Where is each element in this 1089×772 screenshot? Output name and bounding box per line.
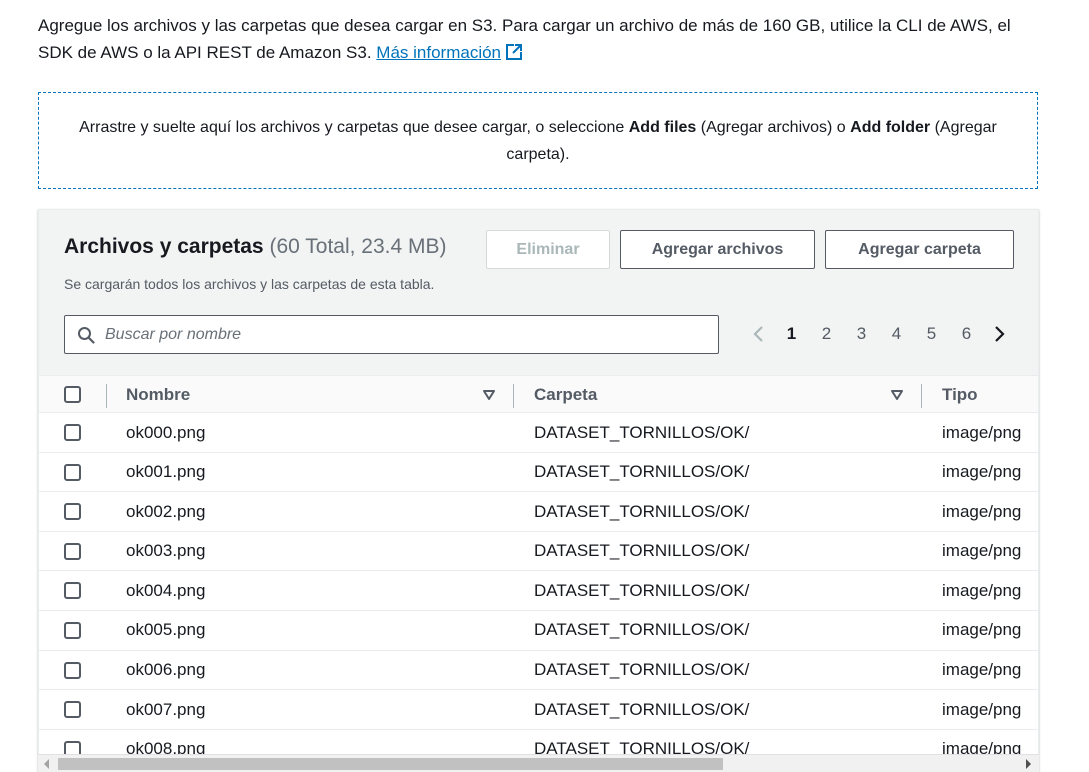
intro-text: Agregue los archivos y las carpetas que …: [38, 12, 1048, 66]
files-table: Nombre Carpeta Tipo ok000.png DATASET_TOR…: [39, 375, 1038, 770]
row-checkbox[interactable]: [64, 424, 81, 441]
table-row[interactable]: ok003.png DATASET_TORNILLOS/OK/image/png: [39, 531, 1038, 572]
cell-type: image/png: [942, 462, 1022, 482]
row-checkbox[interactable]: [64, 582, 81, 600]
cell-name: ok006.png: [126, 660, 206, 680]
cell-type: image/png: [942, 501, 1022, 521]
cell-folder: DATASET_TORNILLOS/OK/: [534, 580, 750, 600]
select-all-checkbox[interactable]: [64, 386, 81, 403]
cell-name: ok002.png: [126, 501, 206, 521]
page-2[interactable]: 2: [809, 324, 844, 344]
cell-type: image/png: [942, 620, 1022, 640]
drop-zone[interactable]: Arrastre y suelte aquí los archivos y ca…: [38, 92, 1038, 189]
cell-name: ok005.png: [126, 620, 206, 640]
table-row[interactable]: ok005.png DATASET_TORNILLOS/OK/image/png: [39, 610, 1038, 651]
cell-type: image/png: [942, 699, 1022, 719]
chevron-right-icon: [995, 326, 1005, 342]
cell-folder: DATASET_TORNILLOS/OK/: [534, 699, 750, 719]
column-separator[interactable]: [513, 384, 514, 408]
page-6[interactable]: 6: [949, 324, 984, 344]
cell-type: image/png: [942, 422, 1022, 442]
table-body: ok000.png DATASET_TORNILLOS/OK/image/png o…: [39, 413, 1038, 770]
add-folder-button[interactable]: Agregar carpeta: [825, 230, 1014, 269]
row-checkbox[interactable]: [64, 503, 81, 521]
table-row[interactable]: ok002.png DATASET_TORNILLOS/OK/image/png: [39, 492, 1038, 532]
table-row[interactable]: ok004.png DATASET_TORNILLOS/OK/image/png: [39, 571, 1038, 611]
cell-folder: DATASET_TORNILLOS/OK/: [534, 422, 750, 442]
column-separator[interactable]: [921, 384, 922, 408]
cell-name: ok003.png: [126, 541, 206, 561]
table-row[interactable]: ok000.png DATASET_TORNILLOS/OK/image/png: [39, 413, 1038, 453]
page-4[interactable]: 4: [879, 324, 914, 344]
search-box[interactable]: [64, 315, 719, 354]
row-checkbox[interactable]: [64, 542, 81, 560]
external-link-icon[interactable]: [505, 43, 523, 61]
column-header-name[interactable]: Nombre: [126, 376, 190, 414]
drop-zone-text-mid: (Agregar archivos) o: [696, 118, 851, 136]
row-checkbox[interactable]: [64, 701, 81, 719]
remove-button[interactable]: Eliminar: [486, 230, 610, 269]
row-checkbox[interactable]: [64, 661, 81, 679]
cell-name: ok001.png: [126, 462, 206, 482]
horizontal-scrollbar[interactable]: [38, 754, 1039, 772]
files-panel: Archivos y carpetas (60 Total, 23.4 MB) …: [38, 209, 1039, 772]
page-1[interactable]: 1: [774, 324, 809, 344]
cell-folder: DATASET_TORNILLOS/OK/: [534, 462, 750, 482]
row-checkbox[interactable]: [64, 463, 81, 481]
cell-folder: DATASET_TORNILLOS/OK/: [534, 541, 750, 561]
cell-name: ok007.png: [126, 699, 206, 719]
cell-folder: DATASET_TORNILLOS/OK/: [534, 620, 750, 640]
panel-count: (60 Total, 23.4 MB): [269, 235, 447, 258]
sort-down-icon[interactable]: [482, 388, 496, 402]
table-row[interactable]: ok001.png DATASET_TORNILLOS/OK/image/png: [39, 452, 1038, 493]
scroll-right-icon[interactable]: [1026, 759, 1031, 769]
previous-page-button[interactable]: [744, 325, 774, 343]
sort-down-icon[interactable]: [890, 388, 904, 402]
drop-zone-text-start: Arrastre y suelte aquí los archivos y ca…: [79, 118, 629, 136]
panel-subtitle: Se cargarán todos los archivos y las car…: [64, 276, 435, 292]
pagination: 1 2 3 4 5 6: [744, 318, 1014, 350]
chevron-left-icon: [753, 326, 763, 342]
cell-folder: DATASET_TORNILLOS/OK/: [534, 660, 750, 680]
next-page-button[interactable]: [984, 325, 1014, 343]
table-row[interactable]: ok007.png DATASET_TORNILLOS/OK/image/png: [39, 690, 1038, 730]
cell-type: image/png: [942, 660, 1022, 680]
table-header: Nombre Carpeta Tipo: [39, 375, 1038, 414]
intro-description: Agregue los archivos y las carpetas que …: [38, 16, 1011, 62]
scroll-left-icon[interactable]: [44, 759, 49, 769]
cell-folder: DATASET_TORNILLOS/OK/: [534, 501, 750, 521]
page-3[interactable]: 3: [844, 324, 879, 344]
table-row[interactable]: ok006.png DATASET_TORNILLOS/OK/image/png: [39, 650, 1038, 691]
row-checkbox[interactable]: [64, 621, 81, 639]
drop-zone-text: Arrastre y suelte aquí los archivos y ca…: [69, 114, 1007, 168]
learn-more-link[interactable]: Más información: [376, 43, 501, 62]
drop-zone-add-files: Add files: [628, 118, 697, 136]
cell-name: ok000.png: [126, 422, 206, 442]
page-5[interactable]: 5: [914, 324, 949, 344]
search-icon: [78, 326, 95, 344]
cell-type: image/png: [942, 580, 1022, 600]
scrollbar-thumb[interactable]: [58, 758, 723, 770]
panel-title-text: Archivos y carpetas: [64, 235, 264, 258]
search-input[interactable]: [105, 325, 685, 344]
drop-zone-add-folder: Add folder: [850, 118, 931, 136]
cell-name: ok004.png: [126, 580, 206, 600]
add-files-button[interactable]: Agregar archivos: [620, 230, 815, 269]
column-header-type[interactable]: Tipo: [942, 376, 978, 414]
column-separator: [106, 384, 107, 408]
column-header-folder[interactable]: Carpeta: [534, 376, 597, 414]
panel-title: Archivos y carpetas (60 Total, 23.4 MB): [64, 235, 447, 259]
cell-type: image/png: [942, 541, 1022, 561]
